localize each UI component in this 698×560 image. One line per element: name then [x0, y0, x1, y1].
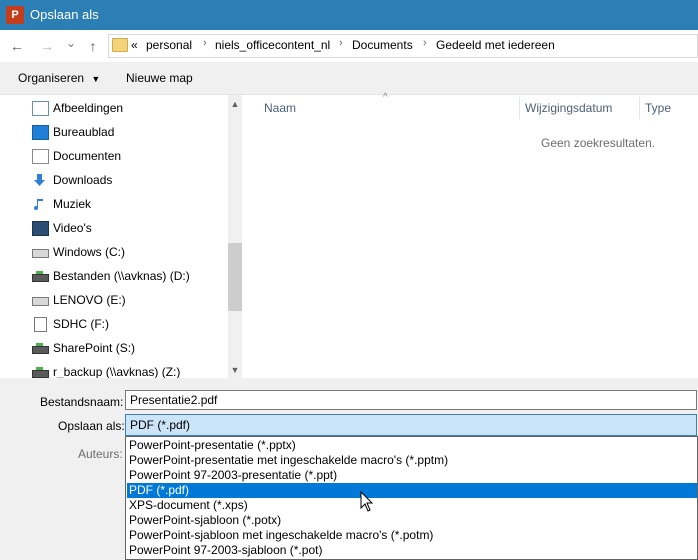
- drive-icon: [32, 297, 49, 306]
- sidebar-item-label: Bureaublad: [53, 125, 115, 139]
- scroll-up-icon[interactable]: ▲: [228, 96, 242, 112]
- folder-icon: [112, 38, 128, 52]
- sidebar-item-label: Windows (C:): [53, 245, 126, 259]
- window-title: Opslaan als: [30, 7, 99, 22]
- command-toolbar: Organiseren ▼ Nieuwe map: [0, 62, 698, 95]
- address-bar[interactable]: « personal › niels_officecontent_nl › Do…: [108, 34, 698, 58]
- downloads-icon: [32, 173, 47, 186]
- save-as-type-dropdown-list[interactable]: PowerPoint-presentatie (*.pptx) PowerPoin…: [125, 436, 698, 560]
- sidebar-item[interactable]: Bureaublad: [0, 120, 228, 144]
- sidebar-item-label: Afbeeldingen: [53, 101, 124, 115]
- sidebar-item-label: Video's: [53, 221, 92, 235]
- sidebar-item-label: Muziek: [53, 197, 92, 211]
- network-drive-icon: [32, 271, 49, 282]
- sort-ascending-icon: ^: [383, 92, 388, 103]
- sidebar-item[interactable]: SDHC (F:): [0, 312, 228, 336]
- breadcrumb-personal[interactable]: personal: [146, 38, 192, 52]
- pictures-icon: [32, 101, 49, 116]
- nav-pane-scrollbar[interactable]: [228, 95, 242, 378]
- empty-results-message: Geen zoekresultaten.: [541, 136, 656, 150]
- drive-icon: [32, 249, 49, 258]
- column-header-modified[interactable]: Wijzigingsdatum: [525, 101, 612, 115]
- filename-label: Bestandsnaam:: [40, 395, 124, 409]
- sidebar-item[interactable]: Video's: [0, 216, 228, 240]
- save-as-type-option[interactable]: PowerPoint 97-2003-presentatie (*.ppt): [127, 468, 697, 483]
- sidebar-item[interactable]: Downloads: [0, 168, 228, 192]
- save-as-type-option[interactable]: PowerPoint 97-2003-sjabloon (*.pot): [127, 543, 697, 558]
- sidebar-item[interactable]: Bestanden (\\avknas) (D:): [0, 264, 228, 288]
- forward-arrow-icon[interactable]: →: [38, 37, 56, 55]
- sidebar-item-label: SDHC (F:): [53, 317, 109, 331]
- save-as-type-option[interactable]: PDF (*.pdf): [127, 483, 697, 498]
- network-drive-icon: [32, 343, 49, 354]
- breadcrumb-separator[interactable]: ›: [423, 37, 427, 49]
- sidebar-item[interactable]: SharePoint (S:): [0, 336, 228, 360]
- breadcrumb-niels-officecontent-nl[interactable]: niels_officecontent_nl: [215, 38, 330, 52]
- powerpoint-app-icon: P: [6, 6, 24, 24]
- breadcrumb-separator[interactable]: ›: [339, 37, 343, 49]
- music-icon: [32, 197, 47, 210]
- sidebar-item-label: Bestanden (\\avknas) (D:): [53, 269, 190, 283]
- documents-icon: [32, 149, 49, 164]
- organize-label: Organiseren: [18, 71, 85, 85]
- authors-label: Auteurs:: [78, 447, 123, 461]
- sidebar-item[interactable]: Muziek: [0, 192, 228, 216]
- new-folder-button[interactable]: Nieuwe map: [126, 71, 193, 85]
- recent-locations-chevron-icon[interactable]: ⌄: [62, 34, 80, 52]
- save-as-type-option[interactable]: PowerPoint-sjabloon (*.potx): [127, 513, 697, 528]
- scrollbar-thumb[interactable]: [228, 243, 242, 311]
- sidebar-item[interactable]: Documenten: [0, 144, 228, 168]
- save-as-type-value: PDF (*.pdf): [130, 418, 191, 432]
- breadcrumb-gedeeld-met-iedereen[interactable]: Gedeeld met iedereen: [436, 38, 555, 52]
- network-drive-icon: [32, 367, 49, 378]
- save-as-type-option[interactable]: XPS-document (*.xps): [127, 498, 697, 513]
- sidebar-item[interactable]: LENOVO (E:): [0, 288, 228, 312]
- save-as-type-option[interactable]: PowerPoint-presentatie met ingeschakelde…: [127, 453, 697, 468]
- dropdown-triangle-icon: ▼: [91, 74, 101, 84]
- column-divider[interactable]: [639, 97, 640, 119]
- save-as-type-option[interactable]: PowerPoint-presentatie (*.pptx): [127, 438, 697, 453]
- back-arrow-icon[interactable]: ←: [8, 37, 26, 55]
- sidebar-item-label: Downloads: [53, 173, 113, 187]
- up-arrow-icon[interactable]: ↑: [84, 37, 102, 55]
- scroll-down-icon[interactable]: ▼: [228, 362, 242, 378]
- column-divider[interactable]: [519, 97, 520, 119]
- breadcrumb-documents[interactable]: Documents: [352, 38, 413, 52]
- column-header-name[interactable]: Naam: [264, 101, 296, 115]
- column-header-type[interactable]: Type: [645, 101, 671, 115]
- sidebar-item-label: SharePoint (S:): [53, 341, 136, 355]
- organize-button[interactable]: Organiseren ▼: [18, 71, 100, 85]
- sidebar-item[interactable]: Afbeeldingen: [0, 96, 228, 120]
- saveas-label: Opslaan als:: [58, 419, 125, 433]
- filename-input[interactable]: [125, 390, 697, 410]
- sidebar-item-label: LENOVO (E:): [53, 293, 126, 307]
- sidebar-item-label: r_backup (\\avknas) (Z:): [53, 365, 181, 379]
- mouse-cursor-icon: [360, 491, 374, 512]
- sidebar-item-label: Documenten: [53, 149, 122, 163]
- breadcrumb-separator[interactable]: ›: [203, 37, 207, 49]
- sd-card-icon: [34, 317, 47, 332]
- save-as-type-select[interactable]: PDF (*.pdf): [125, 414, 697, 436]
- breadcrumb-overflow[interactable]: «: [131, 38, 138, 52]
- save-as-type-option[interactable]: PowerPoint-sjabloon met ingeschakelde ma…: [127, 528, 697, 543]
- desktop-icon: [32, 125, 49, 140]
- sidebar-item[interactable]: Windows (C:): [0, 240, 228, 264]
- title-bar[interactable]: P Opslaan als: [0, 0, 698, 30]
- videos-icon: [32, 221, 49, 236]
